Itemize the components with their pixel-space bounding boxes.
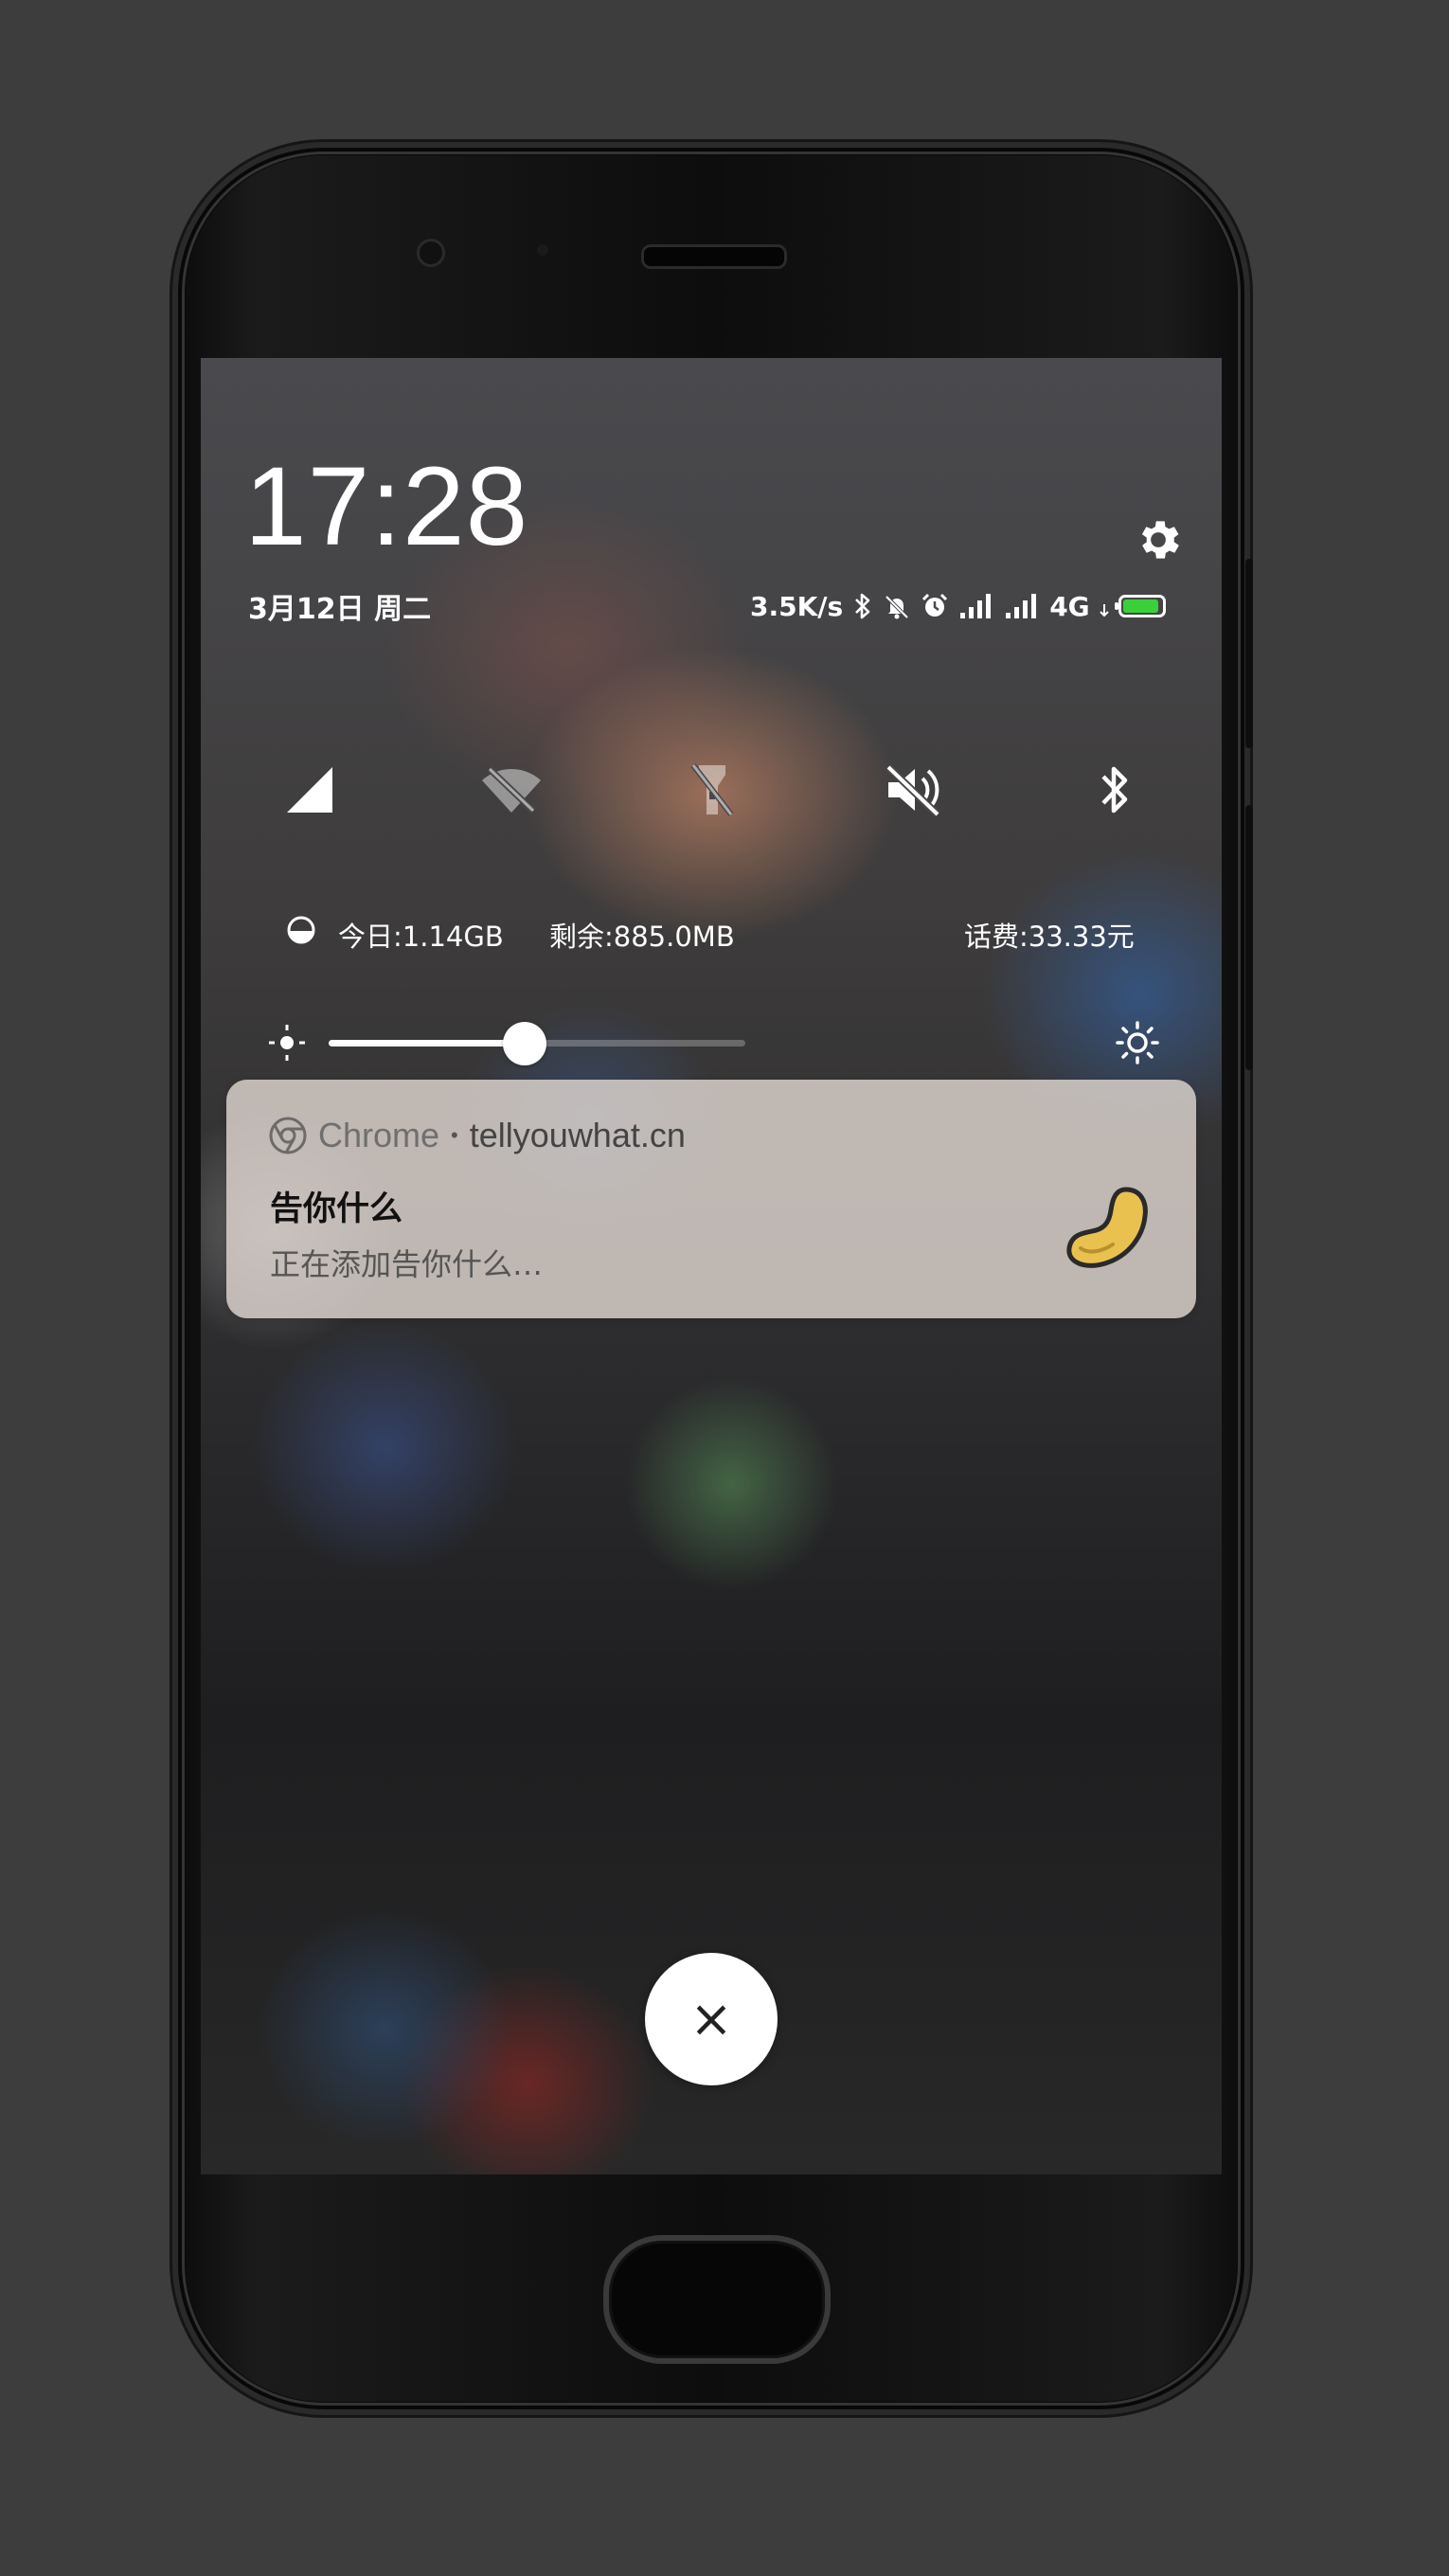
status-bar: 3.5K/s 4G — [750, 585, 1166, 627]
data-remaining[interactable]: 剩余:885.0MB — [549, 915, 735, 955]
data-arrow-icon — [1099, 595, 1109, 617]
battery-level-fill — [1122, 599, 1159, 613]
notification-title: 告你什么 — [270, 1190, 403, 1228]
volume-button-lower — [1245, 975, 1253, 1070]
battery-icon — [1114, 595, 1166, 617]
data-usage-row: 今日:1.14GB 剩余:885.0MB 话费:33.33元 — [201, 909, 1222, 957]
mobile-data-icon[interactable] — [264, 744, 355, 835]
front-camera — [417, 239, 445, 267]
flashlight-icon[interactable] — [667, 744, 758, 835]
notification-text: 正在添加告你什么… — [270, 1246, 544, 1282]
brightness-high-icon — [1116, 1021, 1159, 1064]
proximity-sensor — [537, 244, 548, 256]
notification-header: Chrome • tellyouwhat.cn — [269, 1116, 686, 1155]
clock: 17:28 — [244, 444, 529, 569]
earpiece — [641, 244, 787, 269]
notification-app-name: Chrome — [318, 1116, 440, 1154]
mute-bell-icon — [883, 592, 911, 620]
date-label: 3月12日 周二 — [248, 593, 432, 626]
brightness-slider-knob[interactable] — [502, 1022, 546, 1065]
brightness-low-icon — [267, 1023, 307, 1063]
close-button[interactable]: × — [645, 1953, 778, 2085]
data-usage-icon — [286, 915, 316, 945]
mute-icon[interactable] — [868, 744, 958, 835]
bluetooth-icon[interactable] — [1069, 744, 1160, 835]
signal-icon-secondary — [1004, 592, 1040, 620]
phone-balance[interactable]: 话费:33.33元 — [964, 915, 1135, 955]
wifi-off-icon[interactable] — [466, 744, 557, 835]
phone-screen: 17:28 3月12日 周二 3.5K/s 4G 今日:1.14GB 剩余:88… — [201, 358, 1222, 2174]
home-button[interactable] — [603, 2235, 831, 2364]
settings-gear-icon[interactable] — [1132, 513, 1185, 566]
bluetooth-status-icon — [852, 592, 873, 620]
network-type: 4G — [1049, 590, 1090, 622]
signal-icon — [958, 592, 994, 620]
notification-separator: • — [451, 1123, 458, 1147]
chrome-icon — [269, 1117, 307, 1154]
chrome-notification[interactable]: Chrome • tellyouwhat.cn 告你什么 正在添加告你什么… — [226, 1080, 1196, 1318]
brightness-control — [201, 1013, 1222, 1070]
data-usage-today[interactable]: 今日:1.14GB — [338, 915, 504, 955]
alarm-icon — [921, 592, 949, 620]
notification-site: tellyouwhat.cn — [469, 1116, 686, 1154]
network-speed: 3.5K/s — [750, 590, 844, 622]
quick-toggles — [201, 744, 1222, 835]
bean-icon — [1060, 1182, 1154, 1277]
brightness-slider-fill — [329, 1040, 525, 1046]
power-button — [1245, 559, 1253, 748]
brightness-slider[interactable] — [329, 1022, 745, 1065]
